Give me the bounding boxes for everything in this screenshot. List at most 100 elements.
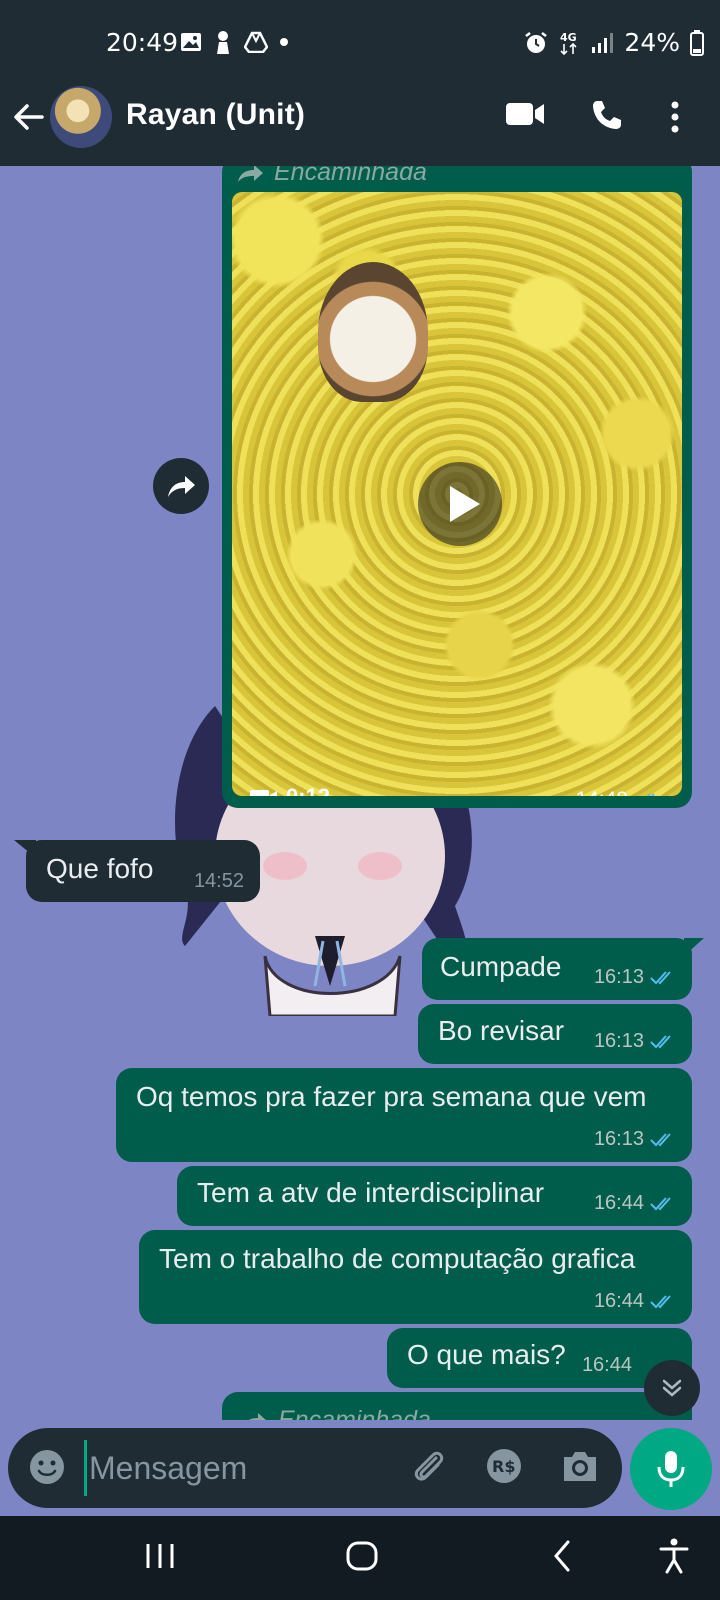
video-time-text: 14:48 xyxy=(575,788,628,796)
chat-messages-area[interactable]: Encaminhada 0:12 14:48 Que fofo 14:52 Cu… xyxy=(0,166,720,1420)
back-button[interactable] xyxy=(12,100,48,140)
read-ticks-icon xyxy=(650,1132,671,1146)
battery-percent: 24% xyxy=(624,28,680,57)
more-options-button[interactable] xyxy=(670,100,680,139)
svg-text:R$: R$ xyxy=(492,1457,515,1476)
message-time: 16:13 xyxy=(594,966,676,989)
dot-icon xyxy=(280,38,288,46)
microphone-icon xyxy=(657,1451,685,1487)
camera-button[interactable] xyxy=(560,1448,600,1489)
attach-button[interactable] xyxy=(408,1446,448,1491)
accessibility-button[interactable] xyxy=(658,1538,690,1579)
home-button[interactable] xyxy=(344,1538,380,1579)
battery-icon xyxy=(690,29,704,56)
video-duration-text: 0:12 xyxy=(286,784,330,796)
message-text: Bo revisar xyxy=(438,1015,565,1046)
message-input-bar: R$ xyxy=(8,1428,622,1508)
incoming-tail xyxy=(14,840,36,858)
message-text: Que fofo xyxy=(46,853,154,884)
forward-button[interactable] xyxy=(153,458,209,514)
video-thumbnail[interactable]: 0:12 14:48 xyxy=(232,192,682,796)
home-icon xyxy=(346,1541,378,1571)
status-time: 20:49 xyxy=(106,28,179,57)
message-outgoing[interactable]: Bo revisar 16:13 xyxy=(418,1004,692,1064)
signal-icon xyxy=(592,32,614,53)
avatar[interactable] xyxy=(50,86,112,148)
double-chevron-down-icon xyxy=(662,1379,682,1397)
status-bar: 20:49 4G 24% xyxy=(0,0,720,86)
video-message[interactable]: Encaminhada 0:12 14:48 xyxy=(222,166,692,808)
read-ticks-icon xyxy=(650,1196,671,1210)
message-text: O que mais? xyxy=(407,1339,566,1370)
video-duration: 0:12 xyxy=(250,784,330,796)
message-text: Cumpade xyxy=(440,951,562,982)
message-outgoing[interactable]: Tem o trabalho de computação grafica 16:… xyxy=(139,1230,692,1324)
camera-icon xyxy=(564,1452,596,1481)
forwarded-label: Encaminhada xyxy=(240,1406,431,1420)
message-text: Tem o trabalho de computação grafica xyxy=(159,1243,636,1274)
outgoing-tail xyxy=(684,938,704,956)
system-icons: 4G 24% xyxy=(524,28,704,57)
more-vert-icon xyxy=(671,101,679,133)
message-text: Tem a atv de interdisciplinar xyxy=(197,1177,545,1208)
message-time-text: 16:13 xyxy=(593,1030,644,1052)
read-ticks-icon xyxy=(650,970,671,984)
payment-button[interactable]: R$ xyxy=(484,1446,524,1491)
person-icon xyxy=(217,31,229,54)
gallery-icon xyxy=(181,33,201,51)
message-time: 16:44 xyxy=(594,1290,676,1313)
emoji-icon xyxy=(30,1450,64,1484)
recent-apps-button[interactable] xyxy=(144,1538,176,1579)
svg-text:4G: 4G xyxy=(560,31,577,44)
read-ticks-icon xyxy=(650,1034,671,1048)
message-time: 14:52 xyxy=(193,870,244,892)
message-time-text: 16:13 xyxy=(593,966,644,988)
message-input[interactable] xyxy=(84,1440,384,1496)
alarm-icon xyxy=(525,31,548,53)
voice-call-button[interactable] xyxy=(590,98,624,137)
nav-back-button[interactable] xyxy=(548,1538,576,1579)
message-outgoing[interactable]: Tem a atv de interdisciplinar 16:44 xyxy=(177,1166,692,1226)
read-ticks-icon xyxy=(650,1294,671,1308)
forwarded-text: Encaminhada xyxy=(278,1406,431,1420)
back-arrow-icon xyxy=(14,104,44,130)
forwarded-label: Encaminhada xyxy=(236,166,427,187)
message-time: 16:44 xyxy=(582,1354,632,1377)
system-nav-bar xyxy=(0,1516,720,1600)
back-icon xyxy=(554,1540,570,1572)
chat-header: Rayan (Unit) xyxy=(0,86,720,166)
video-call-icon xyxy=(506,103,544,125)
recent-apps-icon xyxy=(146,1544,174,1568)
message-time-text: 16:44 xyxy=(593,1290,644,1312)
drive-icon xyxy=(244,31,268,53)
accessibility-icon xyxy=(659,1538,689,1574)
message-outgoing-partial[interactable]: Encaminhada xyxy=(222,1392,692,1420)
notification-icons xyxy=(180,30,290,54)
contact-name[interactable]: Rayan (Unit) xyxy=(126,98,305,132)
message-time-text: 16:44 xyxy=(581,1354,632,1376)
message-time: 16:44 xyxy=(594,1192,676,1215)
play-button[interactable] xyxy=(418,462,502,546)
voice-call-icon xyxy=(593,101,621,129)
mic-button[interactable] xyxy=(630,1428,712,1510)
message-incoming[interactable]: Que fofo 14:52 xyxy=(26,840,260,902)
share-forward-icon xyxy=(168,476,195,497)
cat-image xyxy=(318,262,428,402)
message-outgoing[interactable]: Cumpade 16:13 xyxy=(422,938,692,1000)
video-camera-icon xyxy=(250,790,277,796)
message-time: 16:13 xyxy=(594,1030,676,1053)
message-time: 16:13 xyxy=(594,1128,676,1151)
payment-rs-icon: R$ xyxy=(487,1449,521,1483)
emoji-button[interactable] xyxy=(28,1448,66,1491)
play-icon xyxy=(450,486,480,522)
network-4g-icon: 4G xyxy=(560,31,577,55)
video-timestamp: 14:48 xyxy=(575,788,660,796)
message-outgoing[interactable]: Oq temos pra fazer pra semana que vem 16… xyxy=(116,1068,692,1162)
message-time-text: 16:44 xyxy=(593,1192,644,1214)
scroll-to-bottom-button[interactable] xyxy=(644,1360,700,1416)
paperclip-icon xyxy=(414,1451,444,1481)
message-text: Oq temos pra fazer pra semana que vem xyxy=(136,1081,647,1112)
forwarded-icon xyxy=(247,1412,267,1420)
video-call-button[interactable] xyxy=(505,100,545,133)
forwarded-icon xyxy=(238,166,263,182)
